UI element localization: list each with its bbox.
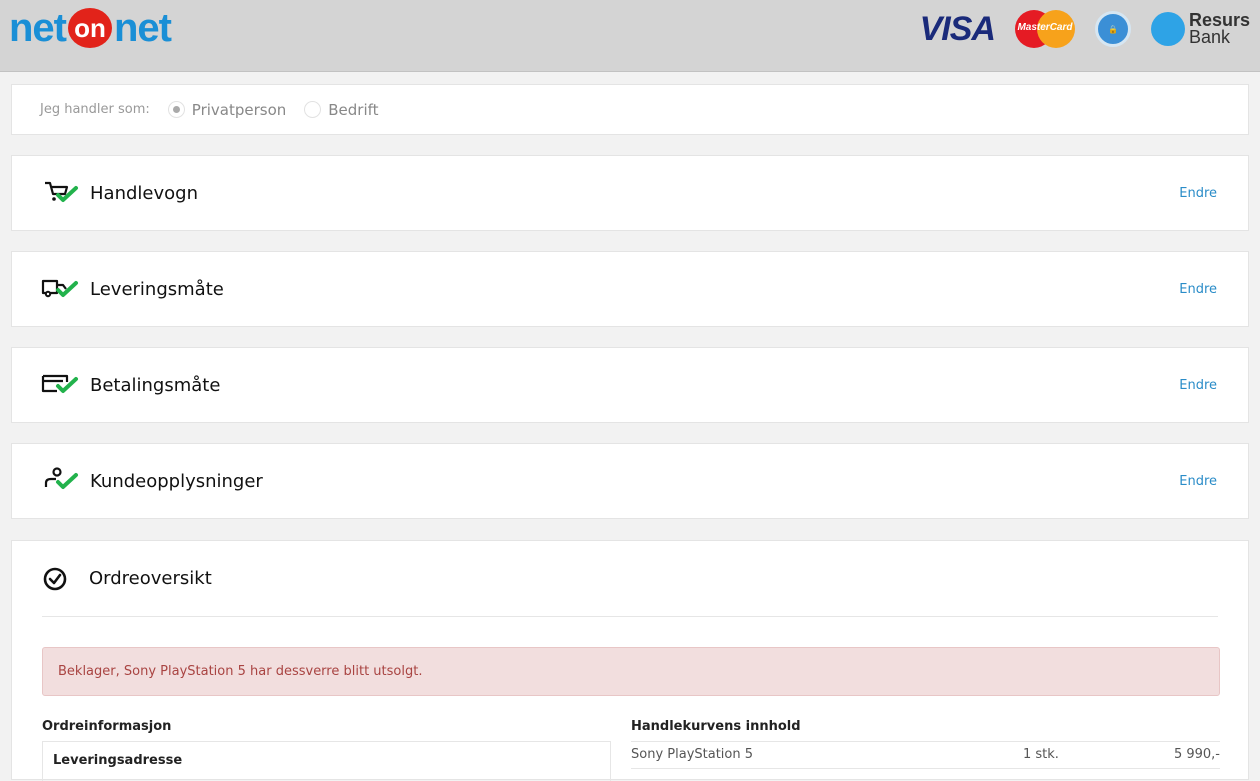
order-overview: Ordreoversikt Beklager, Sony PlayStation…	[11, 540, 1249, 781]
mastercard-label: MasterCard	[1017, 22, 1073, 33]
step-handlevogn: Handlevogn Endre	[11, 155, 1249, 231]
cart-item-name: Sony PlayStation 5	[631, 747, 754, 762]
shopper-type-selector: Jeg handler som: Privatperson Bedrift	[11, 84, 1249, 135]
sold-out-alert: Beklager, Sony PlayStation 5 har dessver…	[42, 647, 1220, 696]
shopper-type-label: Jeg handler som:	[40, 102, 150, 117]
step-title: Leveringsmåte	[90, 278, 224, 300]
circle-check-icon	[43, 567, 67, 590]
delivery-address-box: Leveringsadresse	[42, 741, 611, 781]
step-kundeopplysninger: Kundeopplysninger Endre	[11, 443, 1249, 519]
step-title: Kundeopplysninger	[90, 470, 263, 492]
delivery-address-label: Leveringsadresse	[53, 753, 183, 768]
order-info-title: Ordreinformasjon	[42, 719, 172, 734]
step-title: Handlevogn	[90, 182, 198, 204]
radio-label: Bedrift	[328, 100, 379, 119]
edit-link-handlevogn[interactable]: Endre	[1179, 186, 1217, 201]
overview-title: Ordreoversikt	[89, 568, 212, 589]
card-check-icon	[41, 374, 78, 393]
step-title: Betalingsmåte	[90, 374, 221, 396]
resurs-bank-logo: Resurs Bank	[1150, 11, 1250, 47]
cart-item-price: 5 990,-	[1173, 747, 1220, 762]
radio-bedrift[interactable]: Bedrift	[304, 100, 379, 119]
mastercard-logo: MasterCard	[1014, 10, 1075, 48]
resurs-line2: Bank	[1188, 27, 1230, 47]
edit-link-betalingsmate[interactable]: Endre	[1179, 378, 1217, 393]
trygg-ehandel-seal-icon: 🔒	[1094, 11, 1131, 47]
radio-checked-icon	[167, 101, 185, 118]
edit-link-kundeopplysninger[interactable]: Endre	[1179, 474, 1217, 489]
truck-check-icon	[41, 279, 78, 298]
radio-label: Privatperson	[191, 100, 287, 119]
logo-text-right: net	[114, 5, 172, 50]
radio-privatperson[interactable]: Privatperson	[167, 100, 287, 119]
netonnet-logo[interactable]: net on net	[9, 5, 172, 50]
overview-header: Ordreoversikt	[42, 541, 1218, 617]
step-leveringsmate: Leveringsmåte Endre	[11, 251, 1249, 327]
radio-unchecked-icon	[304, 101, 322, 118]
cart-item-row: Sony PlayStation 5 1 stk. 5 990,-	[631, 741, 1220, 769]
cart-check-icon	[45, 181, 78, 202]
visa-logo: VISA	[919, 9, 996, 48]
resurs-dot-icon	[1150, 12, 1185, 46]
edit-link-leveringsmate[interactable]: Endre	[1179, 282, 1217, 297]
cart-contents-title: Handlekurvens innhold	[631, 719, 801, 734]
payment-logos: VISA MasterCard 🔒 Resurs Bank	[920, 9, 1250, 49]
logo-text-left: net	[9, 5, 67, 50]
user-check-icon	[44, 467, 78, 489]
step-betalingsmate: Betalingsmåte Endre	[11, 347, 1249, 423]
cart-item-qty: 1 stk.	[1023, 747, 1059, 762]
logo-text-mid: on	[68, 8, 112, 48]
site-header: net on net VISA MasterCard 🔒 Resurs Bank	[0, 0, 1260, 72]
